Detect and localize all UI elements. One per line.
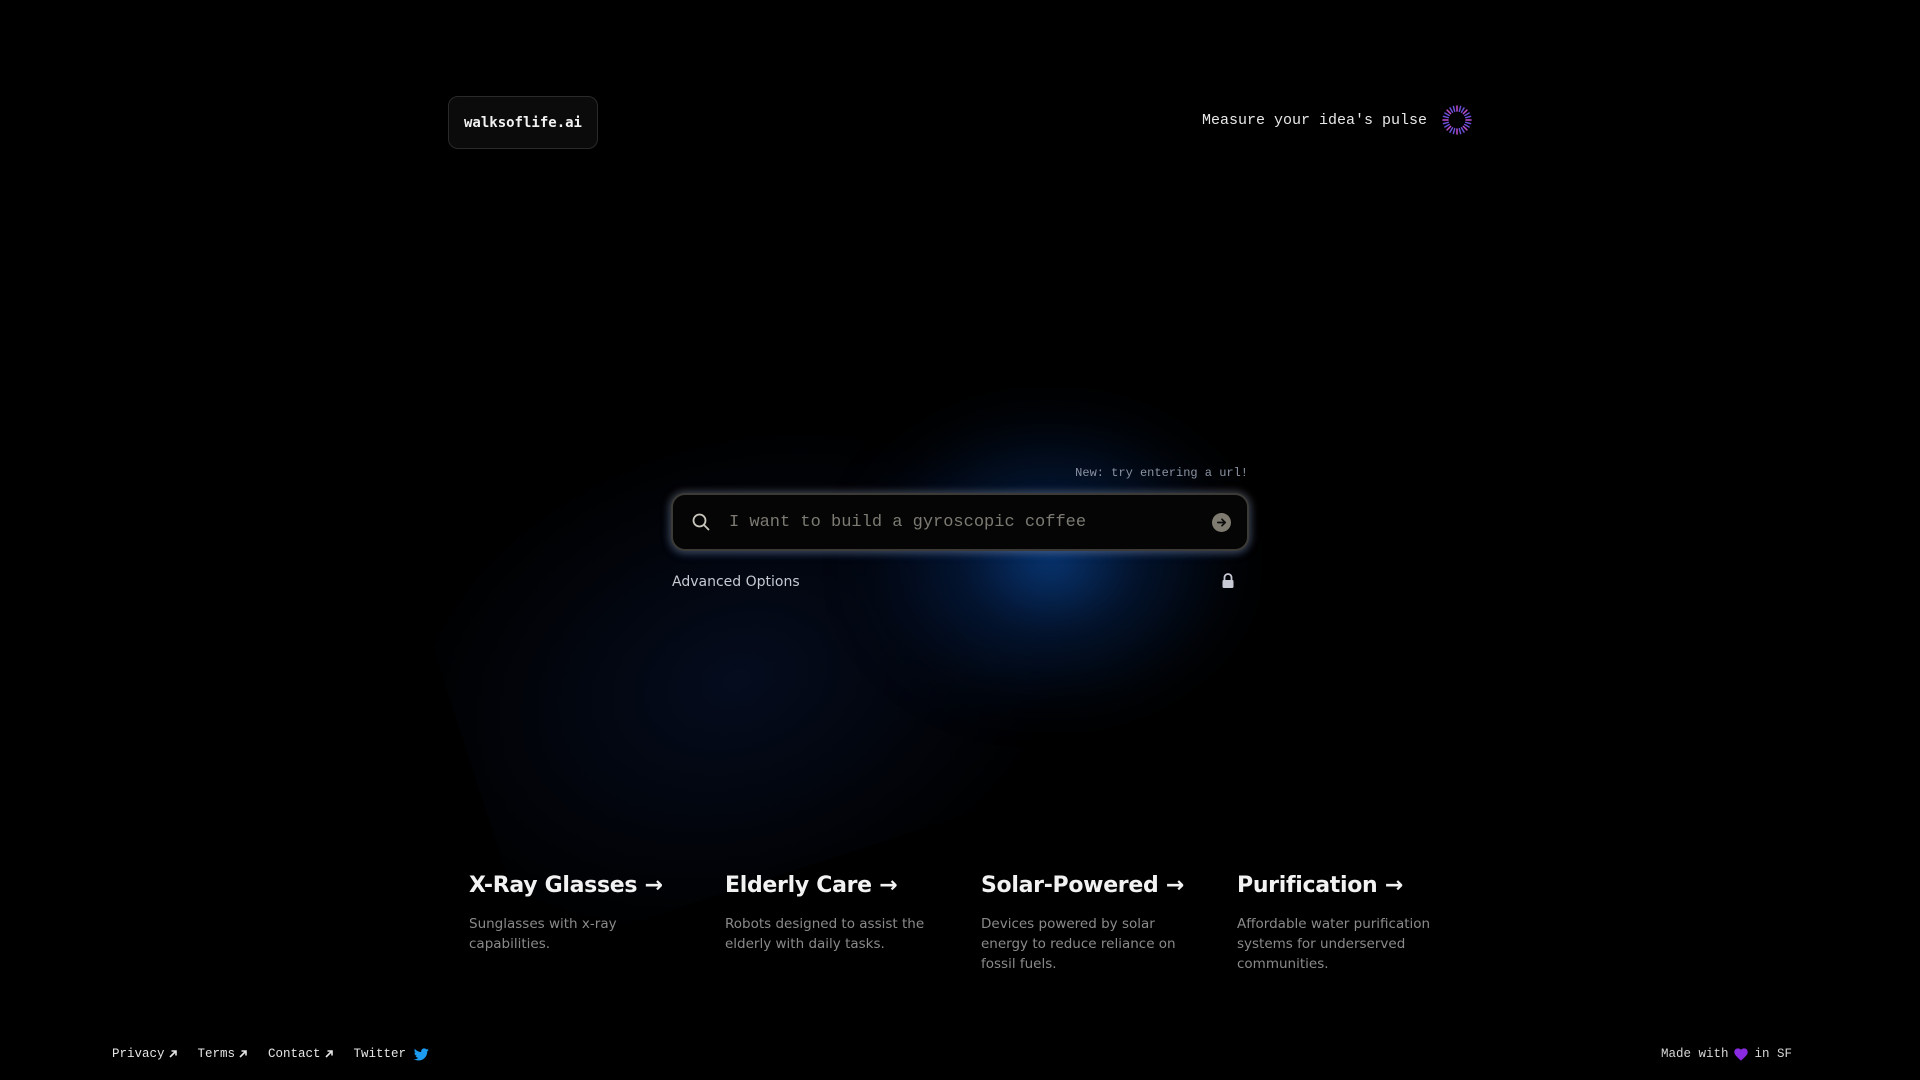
spinner-dash [1460,127,1465,133]
external-link-icon [168,1050,177,1058]
idea-card[interactable]: Elderly Care → Robots designed to assist… [725,873,981,974]
spinner-dash [1464,123,1470,128]
spinner-dash [1452,127,1456,135]
footer-links: Privacy Terms Contact Twitter [112,1047,429,1061]
spinner-dash [1458,127,1462,135]
idea-card-description: Sunglasses with x-ray capabilities. [469,916,617,952]
spinner-ring-icon [1442,105,1472,135]
spinner-dash [1444,112,1450,117]
submit-button[interactable] [1212,512,1231,532]
idea-card-description: Robots designed to assist the elderly wi… [725,916,925,952]
idea-card-title[interactable]: Elderly Care → [725,873,981,898]
privacy-link[interactable]: Privacy [112,1047,178,1061]
purple-heart-icon [1734,1047,1749,1061]
external-link-icon [324,1050,333,1058]
logo-text: walksoflife.ai [463,114,582,131]
made-with-love: Made with in SF [1661,1047,1792,1061]
advanced-options-toggle[interactable]: Advanced Options [672,574,800,590]
made-with-text: Made with [1660,1047,1729,1061]
idea-card-description: Affordable water purification systems fo… [1237,916,1431,972]
background-glow-dark [397,344,1123,956]
contact-link[interactable]: Contact [268,1047,334,1061]
twitter-link-label: Twitter [353,1047,407,1061]
spinner-dash [1442,121,1450,125]
terms-link[interactable]: Terms [198,1047,249,1061]
privacy-link-label: Privacy [112,1047,165,1061]
idea-card-title[interactable]: X-Ray Glasses → [469,873,725,898]
twitter-bird-icon [414,1047,429,1060]
idea-card-title[interactable]: Purification → [1237,873,1493,898]
idea-card[interactable]: Solar-Powered → Devices powered by solar… [981,873,1237,974]
spinner-dash [1464,121,1472,125]
pulse-text: Measure your idea's pulse [1201,111,1427,129]
spinner-dash [1449,127,1454,133]
spinner-dash [1444,123,1450,128]
spinner-dash [1442,115,1450,119]
spinner-dash [1462,109,1468,115]
background-glow-blue [840,390,1260,730]
spinner-dash [1462,125,1468,131]
terms-link-label: Terms [197,1047,236,1061]
spinner-dash [1449,107,1454,113]
spinner-dash [1446,125,1452,131]
arrow-right-icon [1217,517,1226,527]
pulse-link[interactable]: Measure your idea's pulse [1202,104,1473,136]
external-link-icon [239,1050,247,1058]
idea-card[interactable]: Purification → Affordable water purifica… [1237,873,1493,974]
spinner-dash [1458,105,1462,113]
url-hint: New: try entering a url! [1075,466,1248,480]
search-icon [692,513,710,531]
spinner-dash [1446,109,1452,115]
lock-icon [1222,573,1234,588]
idea-search-input[interactable] [727,511,1212,533]
contact-link-label: Contact [268,1047,321,1061]
spinner-dash [1452,105,1456,113]
idea-card-description: Devices powered by solar energy to reduc… [981,916,1176,972]
spinner-dash [1464,112,1470,117]
logo-button[interactable]: walksoflife.ai [448,96,598,149]
twitter-link[interactable]: Twitter [354,1047,430,1061]
search-box[interactable] [671,493,1249,551]
idea-card[interactable]: X-Ray Glasses → Sunglasses with x-ray ca… [469,873,725,974]
spinner-dash [1464,115,1472,119]
location-text: in SF [1754,1047,1792,1061]
spinner-dash [1460,107,1465,113]
idea-card-title[interactable]: Solar-Powered → [981,873,1237,898]
idea-cards: X-Ray Glasses → Sunglasses with x-ray ca… [469,873,1493,974]
